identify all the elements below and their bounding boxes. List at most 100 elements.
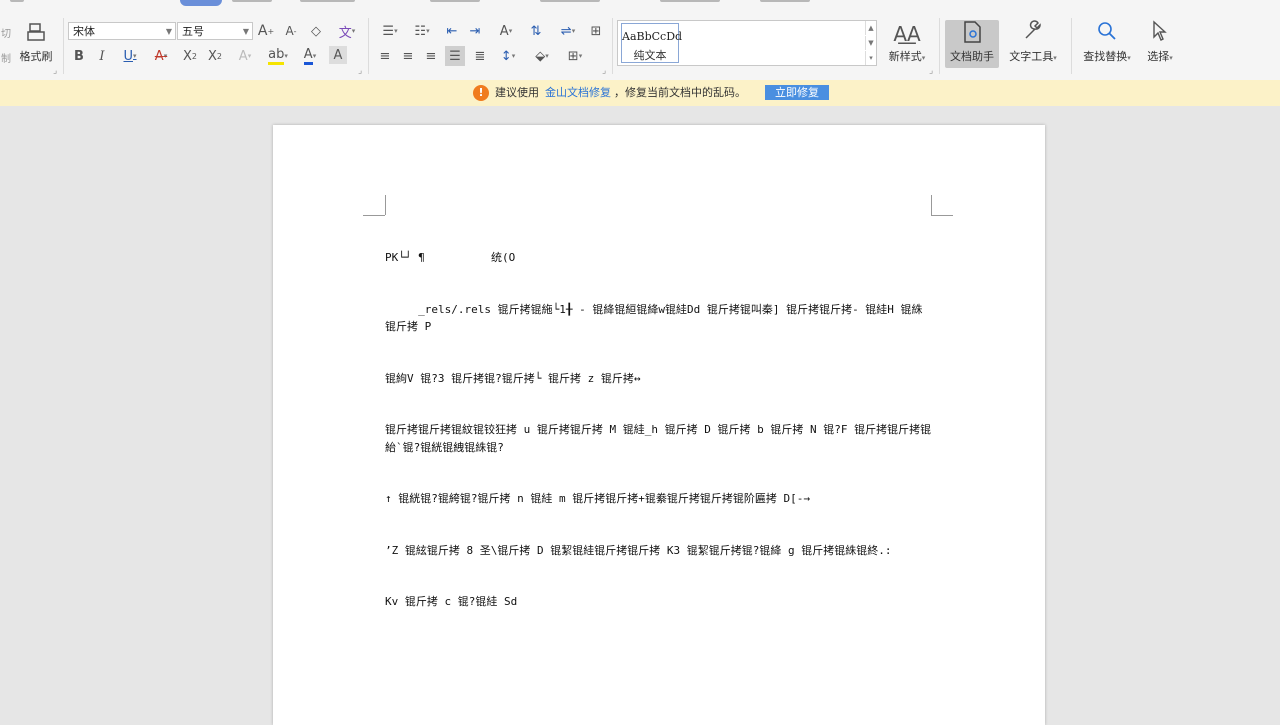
- tab-fragment[interactable]: [10, 0, 24, 2]
- align-center-icon[interactable]: ≡: [399, 46, 417, 66]
- doc-assistant-label: 文档助手: [950, 50, 994, 63]
- tab-fragment[interactable]: [660, 0, 720, 2]
- copy-label[interactable]: 制: [0, 50, 12, 65]
- separator: [1071, 18, 1072, 74]
- separator: [368, 18, 369, 74]
- margin-corner-mark: [931, 195, 932, 215]
- new-style-icon: A͟A: [893, 22, 921, 46]
- style-preview-text: AaBbCcDd: [622, 30, 683, 43]
- text-direction-icon[interactable]: A ▾: [492, 22, 520, 40]
- increase-font-icon[interactable]: A +: [257, 22, 275, 40]
- select-label: 选择: [1147, 50, 1170, 63]
- style-name-label: 纯文本: [633, 49, 667, 62]
- notification-text-before: 建议使用: [495, 86, 539, 99]
- text-effect-icon[interactable]: A ▾: [232, 46, 258, 66]
- chevron-down-icon: ▼: [165, 27, 172, 36]
- doc-line: ’Z 锟絃锟斤拷 8 圣\锟斤拷 D 锟絜锟絓锟斤拷锟斤拷 K3 锟絜锟斤拷锟?…: [385, 543, 892, 557]
- select-button[interactable]: 选择▾: [1140, 20, 1180, 68]
- clear-format-icon[interactable]: ◇: [307, 22, 325, 40]
- decrease-indent-icon[interactable]: ⇤: [442, 22, 462, 40]
- ribbon-toolbar: 切 制 格式刷 ⌟ 宋体 ▼ 五号 ▼ A + A- ◇ 文 ▾ B I U ▾ A ▾ X…: [0, 0, 1280, 81]
- decrease-font-icon[interactable]: A-: [282, 22, 300, 40]
- sort-icon[interactable]: ⇅: [526, 22, 546, 40]
- highlight-icon[interactable]: ab ▾: [264, 46, 292, 66]
- select-label-wrap: 选择▾: [1147, 50, 1173, 63]
- paragraph-group-expander[interactable]: ⌟: [602, 66, 606, 76]
- separator: [63, 18, 64, 74]
- strikethrough-icon[interactable]: A ▾: [148, 46, 174, 66]
- format-painter-icon: [14, 20, 58, 48]
- format-painter-label: 格式刷: [19, 50, 53, 63]
- subscript-icon[interactable]: X2: [205, 46, 225, 66]
- distributed-align-icon[interactable]: ≣: [470, 46, 490, 66]
- gallery-expand-icon[interactable]: ▾: [865, 51, 876, 65]
- font-size-value: 五号: [182, 25, 204, 38]
- new-style-label-wrap: 新样式▾: [888, 50, 926, 63]
- find-replace-button[interactable]: 查找替换▾: [1077, 20, 1137, 68]
- line-spacing-icon[interactable]: ↕ ▾: [495, 46, 521, 66]
- paragraph-marks-icon[interactable]: ⇌ ▾: [554, 22, 582, 40]
- margin-corner-mark: [931, 215, 953, 216]
- doc-assistant-icon: [945, 20, 999, 48]
- font-size-combo[interactable]: 五号 ▼: [177, 22, 253, 40]
- character-shading-icon[interactable]: A: [329, 46, 347, 64]
- repair-now-button[interactable]: 立即修复: [765, 85, 829, 100]
- cut-label[interactable]: 切: [0, 25, 12, 40]
- new-style-label: 新样式: [888, 50, 922, 63]
- numbered-list-icon[interactable]: ☷ ▾: [408, 22, 436, 40]
- justify-icon[interactable]: ☰: [445, 46, 465, 66]
- separator: [612, 18, 613, 74]
- underline-icon[interactable]: U ▾: [116, 46, 144, 66]
- gallery-scroll-down-icon[interactable]: ▼: [865, 36, 876, 50]
- tab-fragment[interactable]: [300, 0, 355, 2]
- doc-line: ↑ 锟絖锟?锟絝锟?锟斤拷 n 锟絓 m 锟斤拷锟斤拷+锟絭锟斤拷锟斤拷锟阶匾拷…: [385, 492, 810, 506]
- kingsoft-doc-repair-link[interactable]: 金山文档修复: [545, 80, 611, 106]
- find-replace-label: 查找替换: [1083, 50, 1128, 63]
- align-right-icon[interactable]: ≡: [422, 46, 440, 66]
- new-style-button[interactable]: A͟A 新样式▾: [882, 20, 932, 68]
- document-page[interactable]: PK└┘ ¶ 统(O _rels/.rels 锟斤拷锟絁└1╂ - 锟絳锟絙锟絳…: [273, 125, 1045, 725]
- notification-text-after: ，修复当前文档中的乱码。: [614, 86, 746, 99]
- margin-corner-mark: [363, 215, 385, 216]
- style-card-plain-text[interactable]: AaBbCcDd 纯文本: [621, 23, 683, 63]
- font-group-expander[interactable]: ⌟: [358, 66, 362, 76]
- tab-fragment[interactable]: [760, 0, 810, 2]
- font-color-icon[interactable]: A ▾: [297, 46, 323, 66]
- gallery-scroll-up-icon[interactable]: ▲: [865, 21, 876, 35]
- tab-fragment[interactable]: [540, 0, 600, 2]
- doc-assistant-button[interactable]: 文档助手: [945, 20, 999, 68]
- bullet-list-icon[interactable]: ☰ ▾: [376, 22, 404, 40]
- borders-icon[interactable]: ⊞ ▾: [561, 46, 589, 66]
- top-tab-strip: [0, 0, 1280, 14]
- italic-icon[interactable]: I: [93, 46, 111, 66]
- search-icon: [1077, 20, 1137, 48]
- text-tools-label: 文字工具: [1009, 50, 1054, 63]
- doc-line: _rels/.rels 锟斤拷锟絁└1╂ - 锟絳锟絙锟絳w锟絓Dd 锟斤拷锟叫…: [385, 303, 923, 334]
- cursor-arrow-icon: [1140, 20, 1180, 48]
- font-name-value: 宋体: [73, 25, 95, 38]
- clipboard-group-expander[interactable]: ⌟: [53, 66, 57, 76]
- bold-icon[interactable]: B: [70, 46, 88, 66]
- doc-line: Kv 锟斤拷 c 锟?锟絓 Sd: [385, 595, 518, 609]
- doc-line: PK└┘ ¶ 统(O: [385, 251, 516, 265]
- warning-icon: !: [473, 85, 489, 101]
- margin-corner-mark: [385, 195, 386, 215]
- active-tab-indicator[interactable]: [180, 0, 222, 6]
- font-name-combo[interactable]: 宋体 ▼: [68, 22, 176, 40]
- format-painter-button[interactable]: 格式刷: [14, 20, 58, 68]
- shading-icon[interactable]: ⬙ ▾: [528, 46, 556, 66]
- increase-indent-icon[interactable]: ⇥: [465, 22, 485, 40]
- text-tools-button[interactable]: 文字工具▾: [1003, 20, 1063, 68]
- phonetic-guide-icon[interactable]: 文 ▾: [333, 22, 361, 41]
- align-left-icon[interactable]: ≡: [376, 46, 394, 66]
- style-gallery[interactable]: AaBbCcDd 纯文本 ▲ ▼ ▾: [617, 20, 877, 66]
- superscript-icon[interactable]: X2: [180, 46, 200, 66]
- document-body-text[interactable]: PK└┘ ¶ 统(O _rels/.rels 锟斤拷锟絁└1╂ - 锟絳锟絙锟絳…: [385, 215, 933, 645]
- doc-line: 锟斤拷锟斤拷锟紋锟铰狂拷 u 锟斤拷锟斤拷 M 锟絓_h 锟斤拷 D 锟斤拷 b…: [385, 423, 932, 454]
- tab-fragment[interactable]: [430, 0, 480, 2]
- tab-fragment[interactable]: [232, 0, 272, 2]
- repair-notification-bar: ! 建议使用 金山文档修复 ，修复当前文档中的乱码。 立即修复: [0, 80, 1280, 106]
- table-grid-icon[interactable]: ⊞: [586, 22, 606, 40]
- styles-group-expander[interactable]: ⌟: [929, 66, 933, 76]
- doc-line: 锟絇V 锟?3 锟斤拷锟?锟斤拷└ 锟斤拷 z 锟斤拷↔: [385, 371, 641, 385]
